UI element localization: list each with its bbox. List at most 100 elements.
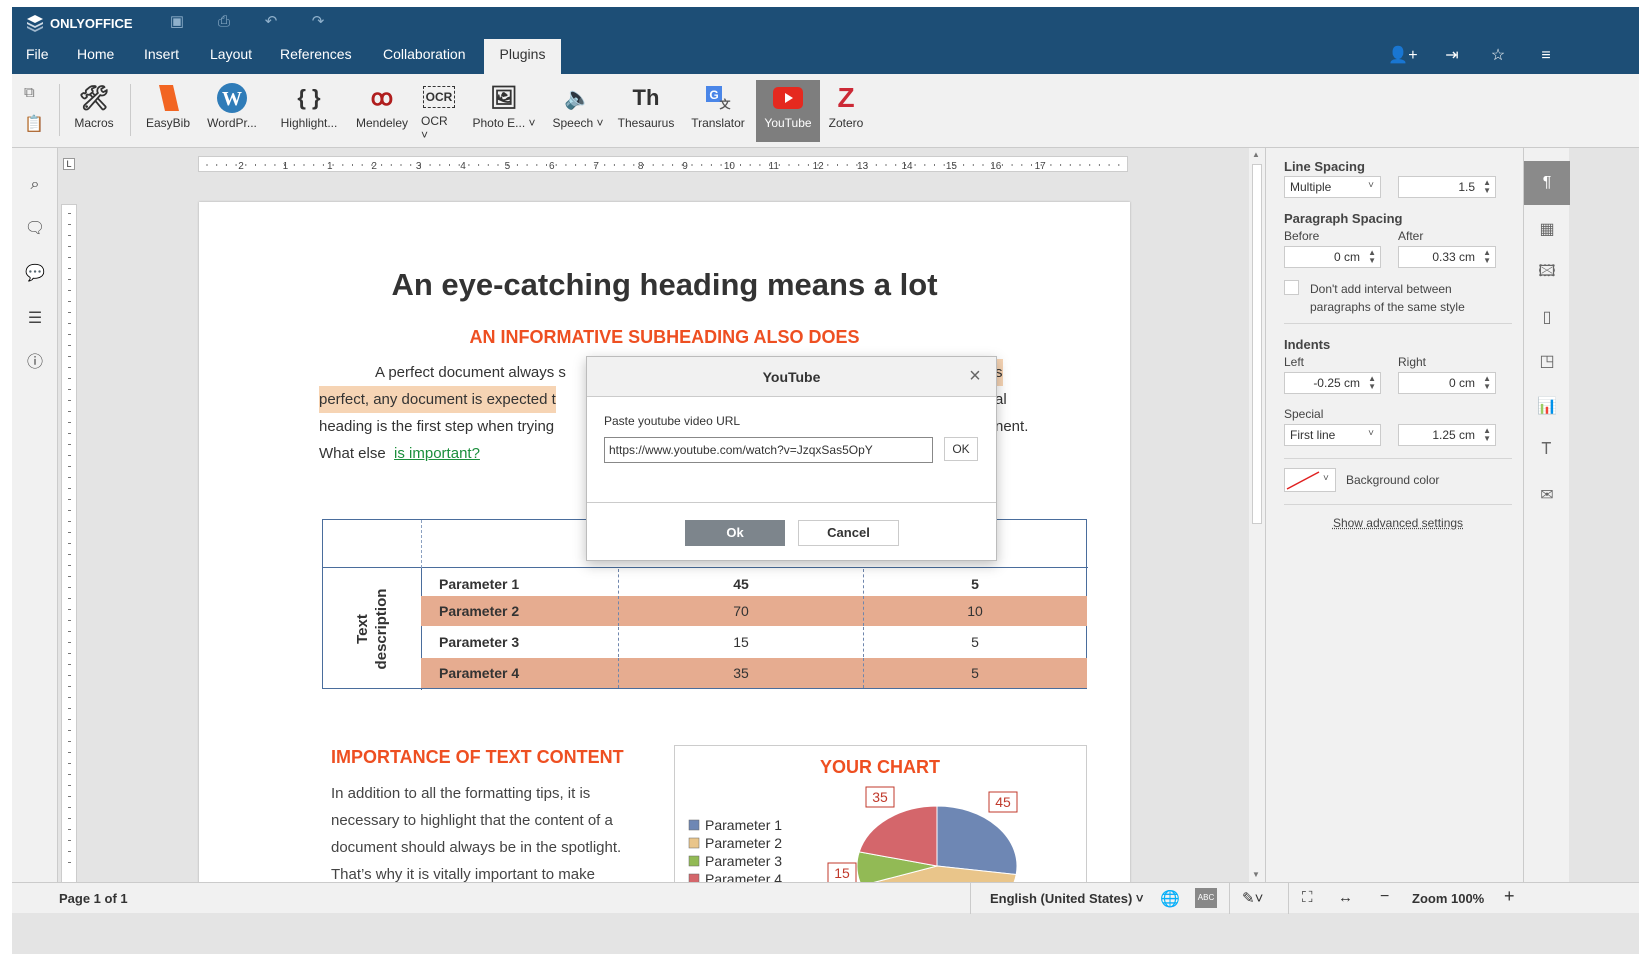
section-title[interactable]: IMPORTANCE OF TEXT CONTENT — [331, 747, 624, 768]
redo-icon[interactable]: ↷ — [309, 13, 327, 31]
open-location-icon[interactable]: ⇥ — [1441, 45, 1463, 67]
zoom-in-icon[interactable]: + — [1504, 886, 1515, 907]
document-heading[interactable]: An eye-catching heading means a lot — [199, 267, 1130, 303]
comments-icon[interactable]: 🗨 — [24, 218, 46, 240]
speech-button[interactable]: 🔈 Speech ˅ — [547, 80, 609, 142]
tab-file[interactable]: File — [14, 39, 61, 74]
spacing-before-input[interactable]: 0 cm ▲ ▼ — [1284, 246, 1381, 268]
photo-editor-button[interactable]: 🖼 Photo E... ˅ — [464, 80, 544, 142]
wordpress-button[interactable]: W WordPr... — [200, 80, 264, 142]
thesaurus-button[interactable]: Th Thesaurus — [612, 80, 680, 142]
show-advanced-settings-link[interactable]: Show advanced settings — [1266, 516, 1530, 530]
table-row[interactable]: Parameter 3 15 5 — [421, 627, 1087, 657]
paragraph-settings-icon[interactable]: ¶ — [1524, 161, 1570, 205]
tab-home[interactable]: Home — [65, 39, 126, 74]
important-link[interactable]: is important? — [394, 445, 480, 462]
ocr-button[interactable]: OCR OCR ˅ — [417, 80, 461, 142]
spinner-icon[interactable]: ▲ ▼ — [1483, 179, 1491, 195]
cancel-button[interactable]: Cancel — [798, 520, 899, 546]
fit-width-icon[interactable]: ↔ — [1338, 889, 1353, 906]
favorite-star-icon[interactable]: ☆ — [1487, 45, 1509, 67]
spacing-after-input[interactable]: 0.33 cm ▲ ▼ — [1398, 246, 1496, 268]
track-changes-icon[interactable]: ✎˅ — [1242, 889, 1263, 907]
zotero-button[interactable]: Z Zotero — [822, 80, 870, 142]
vertical-scrollbar[interactable]: ▲ ▼ — [1249, 148, 1265, 882]
table-settings-icon[interactable]: ▦ — [1524, 207, 1570, 251]
tab-plugins[interactable]: Plugins — [484, 39, 561, 74]
undo-icon[interactable]: ↶ — [262, 13, 280, 31]
tab-stop-selector[interactable]: L — [63, 158, 75, 170]
youtube-url-input[interactable] — [604, 437, 933, 463]
translator-button[interactable]: G文 Translator — [684, 80, 752, 142]
background-color-picker[interactable]: ˅ — [1284, 468, 1336, 492]
special-indent-input[interactable]: 1.25 cm ▲ ▼ — [1398, 424, 1496, 446]
table-row[interactable]: Parameter 2 70 10 — [421, 596, 1087, 626]
spinner-icon[interactable]: ▲ ▼ — [1483, 427, 1491, 443]
horizontal-ruler[interactable]: 2 1 1 2 3 4 5 6 7 8 9 10 11 12 13 14 15 16 17 — [198, 156, 1128, 172]
url-ok-button[interactable]: OK — [944, 437, 978, 461]
globe-icon[interactable]: 🌐 — [1160, 889, 1180, 909]
macros-button[interactable]: 🛠 Macros — [68, 80, 120, 142]
ok-button[interactable]: Ok — [685, 520, 785, 546]
hamburger-menu-icon[interactable]: ≡ — [1535, 45, 1557, 67]
chart-settings-icon[interactable]: 📊 — [1524, 384, 1570, 428]
zotero-icon: Z — [837, 82, 855, 113]
mail-merge-icon[interactable]: ✉ — [1524, 473, 1570, 517]
ruler-tick — [68, 246, 71, 247]
document-subheading[interactable]: AN INFORMATIVE SUBHEADING ALSO DOES — [199, 327, 1130, 348]
indent-right-input[interactable]: 0 cm ▲ ▼ — [1398, 372, 1496, 394]
table-cell-value: 70 — [619, 596, 864, 626]
chat-icon[interactable]: 💬 — [24, 263, 46, 285]
tab-insert[interactable]: Insert — [132, 39, 191, 74]
spinner-icon[interactable]: ▲ ▼ — [1483, 249, 1491, 265]
page-indicator[interactable]: Page 1 of 1 — [59, 891, 128, 906]
line-spacing-mode-select[interactable]: Multiple ˅ — [1284, 176, 1381, 198]
zoom-out-icon[interactable]: − — [1380, 888, 1389, 906]
copy-icon[interactable]: ⧉ — [24, 84, 46, 104]
tab-references[interactable]: References — [268, 39, 364, 74]
image-settings-icon[interactable]: 🖾 — [1524, 251, 1570, 295]
text-art-icon[interactable]: Ꭲ — [1524, 428, 1570, 472]
spinner-icon[interactable]: ▲ ▼ — [1483, 375, 1491, 391]
zoom-level[interactable]: Zoom 100% — [1412, 891, 1484, 906]
special-indent-select[interactable]: First line ˅ — [1284, 424, 1381, 446]
tab-collaboration[interactable]: Collaboration — [371, 39, 478, 74]
scrollbar-thumb[interactable] — [1252, 164, 1262, 524]
search-icon[interactable]: ⌕ — [24, 174, 46, 196]
dont-add-interval-label: Don't add interval between paragraphs of… — [1310, 282, 1465, 314]
language-selector[interactable]: English (United States) ˅ — [990, 891, 1144, 906]
tab-layout[interactable]: Layout — [198, 39, 264, 74]
add-user-icon[interactable]: 👤+ — [1386, 45, 1420, 67]
dont-add-interval-checkbox[interactable] — [1284, 280, 1299, 295]
header-footer-icon[interactable]: ▯ — [1524, 295, 1570, 339]
youtube-button[interactable]: YouTube — [756, 80, 820, 142]
easybib-button[interactable]: EasyBib — [140, 80, 196, 142]
section-body[interactable]: In addition to all the formatting tips, … — [331, 780, 661, 882]
ruler-tick — [68, 565, 71, 566]
spinner-icon[interactable]: ▲ ▼ — [1368, 249, 1376, 265]
table-row[interactable]: Parameter 1 45 5 — [421, 569, 1087, 599]
pie-chart[interactable]: YOUR CHART Parameter 1 Parameter 2 Paramete… — [674, 745, 1087, 882]
ruler-label: 16 — [990, 161, 1002, 172]
spellcheck-icon[interactable]: ABC — [1195, 888, 1217, 908]
line-spacing-value-input[interactable]: 1.5 ▲ ▼ — [1398, 176, 1496, 198]
vertical-ruler[interactable] — [61, 204, 77, 882]
fit-page-icon[interactable]: ⛶ — [1302, 889, 1313, 906]
spinner-icon[interactable]: ▲ ▼ — [1368, 375, 1376, 391]
left-sidebar: ⌕ 🗨 💬 ☰ ⓘ — [12, 148, 58, 882]
table-row[interactable]: Parameter 4 35 5 — [421, 658, 1087, 688]
shape-settings-icon[interactable]: ◳ — [1524, 339, 1570, 383]
navigation-icon[interactable]: ☰ — [24, 308, 46, 330]
close-icon[interactable]: × — [964, 365, 986, 387]
mendeley-button[interactable]: ꝏ Mendeley — [350, 80, 414, 142]
ruler-tick — [68, 301, 71, 302]
scroll-up-icon[interactable]: ▲ — [1252, 150, 1260, 159]
highlight-code-button[interactable]: { } Highlight... — [274, 80, 344, 142]
print-icon[interactable]: ⎙ — [215, 13, 233, 31]
paste-icon[interactable]: 📋 — [24, 114, 46, 134]
about-info-icon[interactable]: ⓘ — [24, 352, 46, 374]
save-icon[interactable]: ▣ — [168, 13, 186, 31]
indent-left-input[interactable]: -0.25 cm ▲ ▼ — [1284, 372, 1381, 394]
mendeley-icon: ꝏ — [370, 85, 394, 110]
scroll-down-icon[interactable]: ▼ — [1252, 870, 1260, 879]
